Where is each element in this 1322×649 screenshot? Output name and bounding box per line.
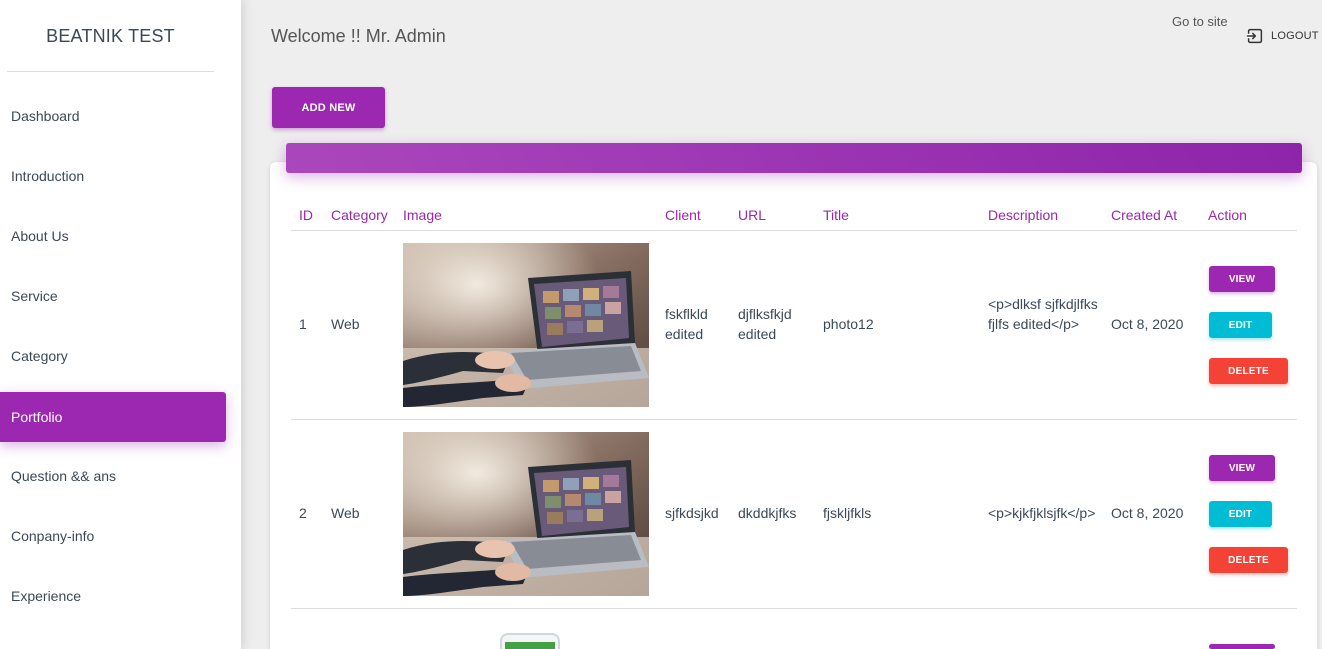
sidebar-item-about-us[interactable]: About Us (0, 211, 226, 261)
sidebar: BEATNIK TEST Dashboard Introduction Abou… (0, 0, 241, 649)
column-header-client: Client (665, 207, 701, 223)
edit-button[interactable]: EDIT (1209, 501, 1272, 527)
cell-client: sjfkdsjkd (665, 505, 719, 521)
sidebar-divider (7, 71, 214, 72)
cell-client: fskflkld edited (665, 306, 708, 342)
cell-title: fjskljfkls (823, 505, 872, 521)
delete-button[interactable]: DELETE (1209, 358, 1288, 384)
phone-screen (505, 642, 555, 649)
column-header-id: ID (299, 207, 313, 223)
portfolio-image (403, 243, 649, 407)
sidebar-item-introduction[interactable]: Introduction (0, 151, 226, 201)
goto-site-link[interactable]: Go to site (1172, 14, 1228, 29)
portfolio-image (403, 432, 649, 596)
cell-created-at: Oct 8, 2020 (1111, 316, 1184, 332)
sidebar-item-category[interactable]: Category (0, 331, 226, 381)
column-header-image: Image (403, 207, 442, 223)
row-divider (291, 608, 1297, 609)
column-header-action: Action (1208, 207, 1247, 223)
cell-description: <p>dlksf sjfkdjlfks fjlfs edited</p> (988, 296, 1098, 332)
table-header-divider (291, 230, 1297, 231)
welcome-message: Welcome !! Mr. Admin (271, 26, 446, 46)
column-header-category: Category (331, 207, 388, 223)
column-header-created-at: Created At (1111, 207, 1178, 223)
card-header (286, 143, 1302, 173)
delete-button[interactable]: DELETE (1209, 547, 1288, 573)
view-button[interactable]: VIEW (1209, 266, 1275, 292)
brand-logo[interactable]: BEATNIK TEST (0, 0, 221, 72)
view-button[interactable] (1209, 644, 1275, 649)
row-divider (291, 419, 1297, 420)
cell-category: Web (331, 316, 360, 332)
portfolio-image (500, 633, 560, 649)
cell-title: photo12 (823, 316, 874, 332)
sidebar-item-experience[interactable]: Experience (0, 571, 226, 621)
cell-created-at: Oct 8, 2020 (1111, 505, 1184, 521)
cell-category: Web (331, 505, 360, 521)
add-new-button[interactable]: ADD NEW (272, 87, 385, 128)
sidebar-item-question-ans[interactable]: Question && ans (0, 451, 226, 501)
cell-url: djflksfkjd edited (738, 306, 792, 342)
column-header-description: Description (988, 207, 1059, 223)
sidebar-item-portfolio[interactable]: Portfolio (0, 392, 226, 442)
cell-id: 2 (299, 505, 307, 521)
cell-description: <p>kjkfjklsjfk</p> (988, 505, 1096, 521)
column-header-url: URL (738, 207, 767, 223)
logout-icon (1246, 27, 1264, 45)
logout-button[interactable]: LOGOUT (1246, 26, 1319, 46)
cell-id: 1 (299, 316, 307, 332)
sidebar-item-company-info[interactable]: Conpany-info (0, 511, 226, 561)
view-button[interactable]: VIEW (1209, 455, 1275, 481)
edit-button[interactable]: EDIT (1209, 312, 1272, 338)
sidebar-item-dashboard[interactable]: Dashboard (0, 91, 226, 141)
column-header-title: Title (823, 207, 849, 223)
sidebar-item-service[interactable]: Service (0, 271, 226, 321)
logout-label: LOGOUT (1271, 30, 1319, 42)
cell-url: dkddkjfks (738, 505, 797, 521)
